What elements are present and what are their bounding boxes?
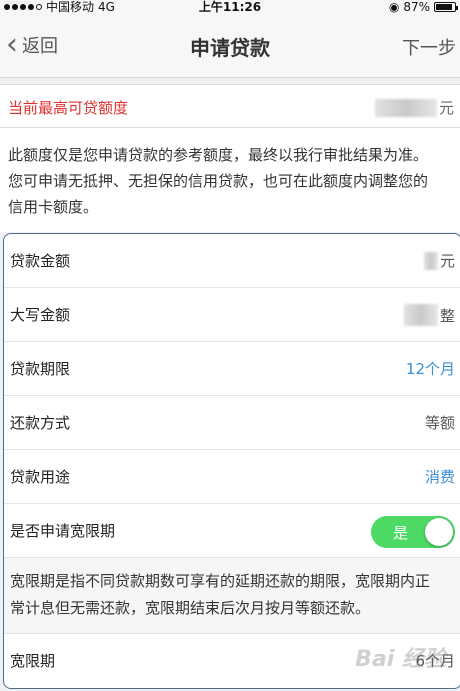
grace-desc-line-1: 宽限期是指不同贷款期数可享有的延期还款的期限，宽限期内正 [10, 572, 431, 590]
toggle-knob[interactable] [425, 518, 453, 546]
redacted-amount [403, 304, 438, 326]
credit-limit-row: 当前最高可贷额度 元 [0, 84, 460, 128]
battery-icon [434, 2, 458, 12]
page-title: 申请贷款 [190, 36, 270, 60]
amount-in-words-unit: 整 [439, 306, 455, 325]
battery-percent: 87% [403, 0, 430, 14]
notice-line-2: 您可申请无抵押、无担保的信用贷款，也可在此额度内调整您的 [8, 172, 429, 190]
loan-form: 贷款金额 元 大写金额 整 贷款期限 12个月 还款方式 等额 贷款用途 消费 … [3, 233, 460, 689]
limit-notice: 此额度仅是您申请贷款的参考额度，最终以我行审批结果为准。 您可申请无抵押、无担保… [0, 128, 460, 232]
loan-amount-value[interactable]: 元 [423, 250, 455, 271]
redacted-amount [423, 251, 438, 270]
loan-term-label: 贷款期限 [10, 360, 71, 378]
amount-in-words-row: 大写金额 整 [4, 288, 460, 342]
amount-in-words-label: 大写金额 [10, 306, 71, 324]
nav-bar: ‹ 返回 申请贷款 下一步 [0, 14, 460, 78]
credit-limit-unit: 元 [438, 99, 454, 117]
toggle-text: 是 [393, 524, 409, 542]
status-right: ◉ 87% [388, 0, 458, 14]
loan-term-row[interactable]: 贷款期限 12个月 [4, 342, 460, 396]
status-bar: 中国移动 4G 上午11:26 ◉ 87% [0, 0, 460, 14]
grace-period-toggle-label: 是否申请宽限期 [10, 522, 116, 540]
grace-period-toggle[interactable]: 是 [371, 516, 455, 548]
next-step-button[interactable]: 下一步 [402, 34, 456, 60]
notice-line-3: 信用卡额度。 [8, 198, 99, 216]
loan-purpose-value[interactable]: 消费 [425, 466, 455, 487]
loan-amount-unit: 元 [439, 252, 455, 270]
grace-desc-line-2: 常计息但无需还款，宽限期结束后次月按月等额还款。 [10, 599, 371, 617]
credit-limit-label: 当前最高可贷额度 [8, 99, 129, 117]
grace-period-description: 宽限期是指不同贷款期数可享有的延期还款的期限，宽限期内正 常计息但无需还款，宽限… [4, 558, 460, 634]
grace-period-toggle-row: 是否申请宽限期 是 [4, 504, 460, 558]
repayment-method-value[interactable]: 等额 [425, 412, 455, 433]
redacted-amount [374, 98, 437, 117]
credit-limit-value: 元 [374, 97, 454, 118]
orientation-lock-icon: ◉ [388, 0, 400, 14]
loan-purpose-label: 贷款用途 [10, 468, 71, 486]
loan-term-value[interactable]: 12个月 [406, 358, 455, 379]
loan-amount-label: 贷款金额 [10, 252, 71, 270]
loan-amount-row[interactable]: 贷款金额 元 [4, 234, 460, 288]
notice-line-1: 此额度仅是您申请贷款的参考额度，最终以我行审批结果为准。 [8, 146, 429, 164]
amount-in-words-value: 整 [403, 304, 455, 326]
repayment-method-row[interactable]: 还款方式 等额 [4, 396, 460, 450]
grace-period-label: 宽限期 [10, 652, 56, 670]
loan-purpose-row[interactable]: 贷款用途 消费 [4, 450, 460, 504]
repayment-method-label: 还款方式 [10, 414, 71, 432]
watermark-logo: Bai 经验 [355, 647, 446, 672]
